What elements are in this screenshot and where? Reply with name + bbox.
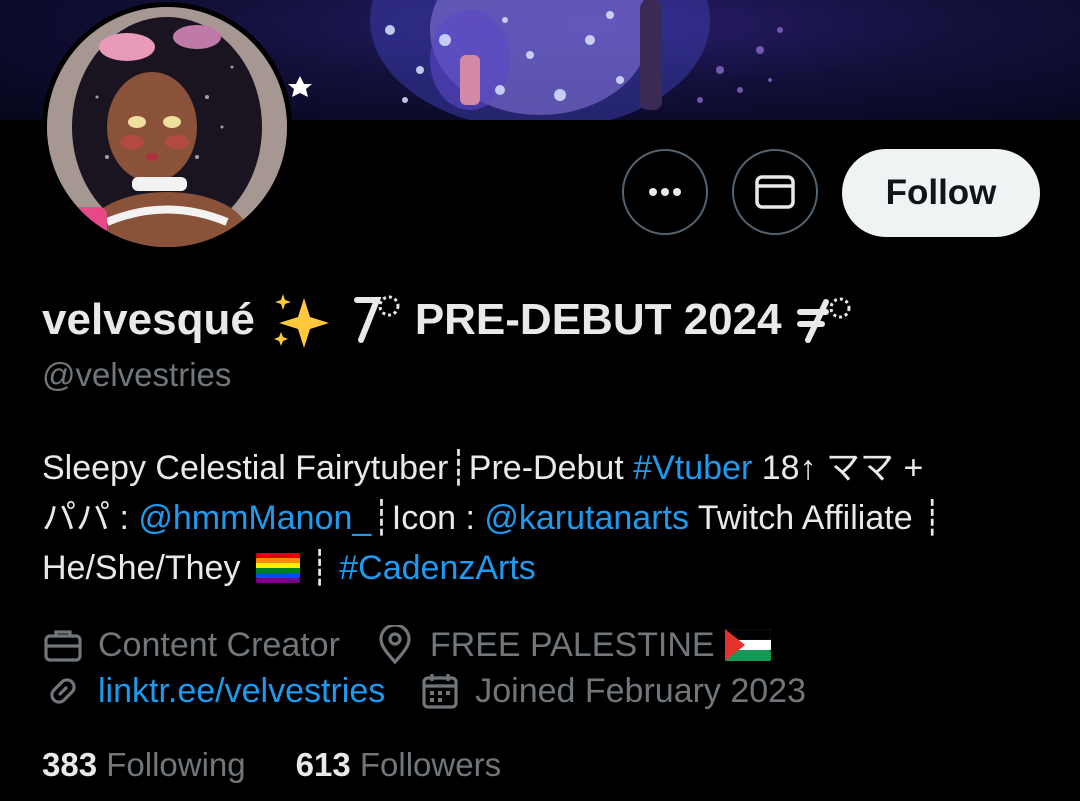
name-suffix: PRE-DEBUT 2024: [414, 295, 782, 344]
bio-text: Twitch Affiliate ┊: [688, 499, 943, 537]
bio-separator: ┊: [299, 549, 340, 587]
bio-text: Pre-Debut: [468, 449, 634, 487]
profile-website-link[interactable]: linktr.ee/velvestries: [98, 672, 385, 711]
hashtag-cadenzarts-link[interactable]: #CadenzArts: [339, 543, 536, 593]
wand-icon-right: [796, 297, 851, 343]
following-link[interactable]: 383 Following: [42, 746, 246, 784]
bio-line-2: パパ : @hmmManon_┊Icon : @karutanarts Twit…: [42, 493, 1042, 543]
more-button[interactable]: [622, 149, 708, 235]
follow-button[interactable]: Follow: [842, 149, 1040, 237]
briefcase-icon: [42, 624, 84, 666]
message-button[interactable]: [732, 149, 818, 235]
calendar-icon: [419, 670, 461, 712]
mention-hmmmanon-link[interactable]: @hmmManon_: [138, 499, 371, 537]
bio-line-3: He/She/They ┊ #CadenzArts: [42, 543, 1042, 593]
followers-link[interactable]: 613 Followers: [296, 746, 501, 784]
wand-icon: [353, 295, 400, 343]
following-label: Following: [97, 746, 246, 783]
palestine-flag-icon: [724, 629, 771, 661]
bio-separator: ┊: [448, 449, 469, 487]
link-icon: [42, 670, 84, 712]
profile-location: FREE PALESTINE: [429, 625, 715, 664]
follow-counts: 383 Following 613 Followers: [42, 746, 501, 784]
profile-meta-row-1: Content Creator FREE PALESTINE: [42, 624, 771, 666]
profile-handle: @velvestries: [42, 356, 232, 393]
bio-line-1: Sleepy Celestial Fairytuber┊Pre-Debut #V…: [42, 443, 1042, 493]
profile-category: Content Creator: [98, 625, 340, 664]
display-name-text: velvesqué: [42, 295, 255, 344]
profile-joined-date: Joined February 2023: [475, 671, 807, 710]
avatar[interactable]: [42, 2, 292, 252]
bio-text: 18↑ ママ +: [752, 449, 924, 487]
profile-meta-row-2: linktr.ee/velvestries Joined February 20…: [42, 670, 806, 712]
profile-bio: Sleepy Celestial Fairytuber┊Pre-Debut #V…: [42, 443, 1042, 593]
sparkles-icon: [273, 294, 329, 348]
display-name: velvesqué PRE-DEBUT 2024: [42, 288, 854, 352]
location-pin-icon: [374, 624, 416, 666]
bio-text: He/She/They: [42, 549, 250, 587]
following-count: 383: [42, 746, 98, 783]
envelope-icon: [755, 175, 795, 209]
bio-text: ┊Icon :: [371, 499, 485, 537]
more-dots-icon: [649, 188, 681, 196]
hashtag-vtuber-link[interactable]: #Vtuber: [633, 449, 752, 487]
avatar-image: [47, 7, 287, 247]
mention-karutanarts-link[interactable]: @karutanarts: [484, 499, 689, 537]
bio-text: パパ :: [42, 499, 139, 537]
followers-count: 613: [295, 746, 351, 783]
bio-text: Sleepy Celestial Fairytuber: [42, 449, 449, 487]
rainbow-flag-icon: [255, 553, 300, 583]
followers-label: Followers: [350, 746, 502, 783]
